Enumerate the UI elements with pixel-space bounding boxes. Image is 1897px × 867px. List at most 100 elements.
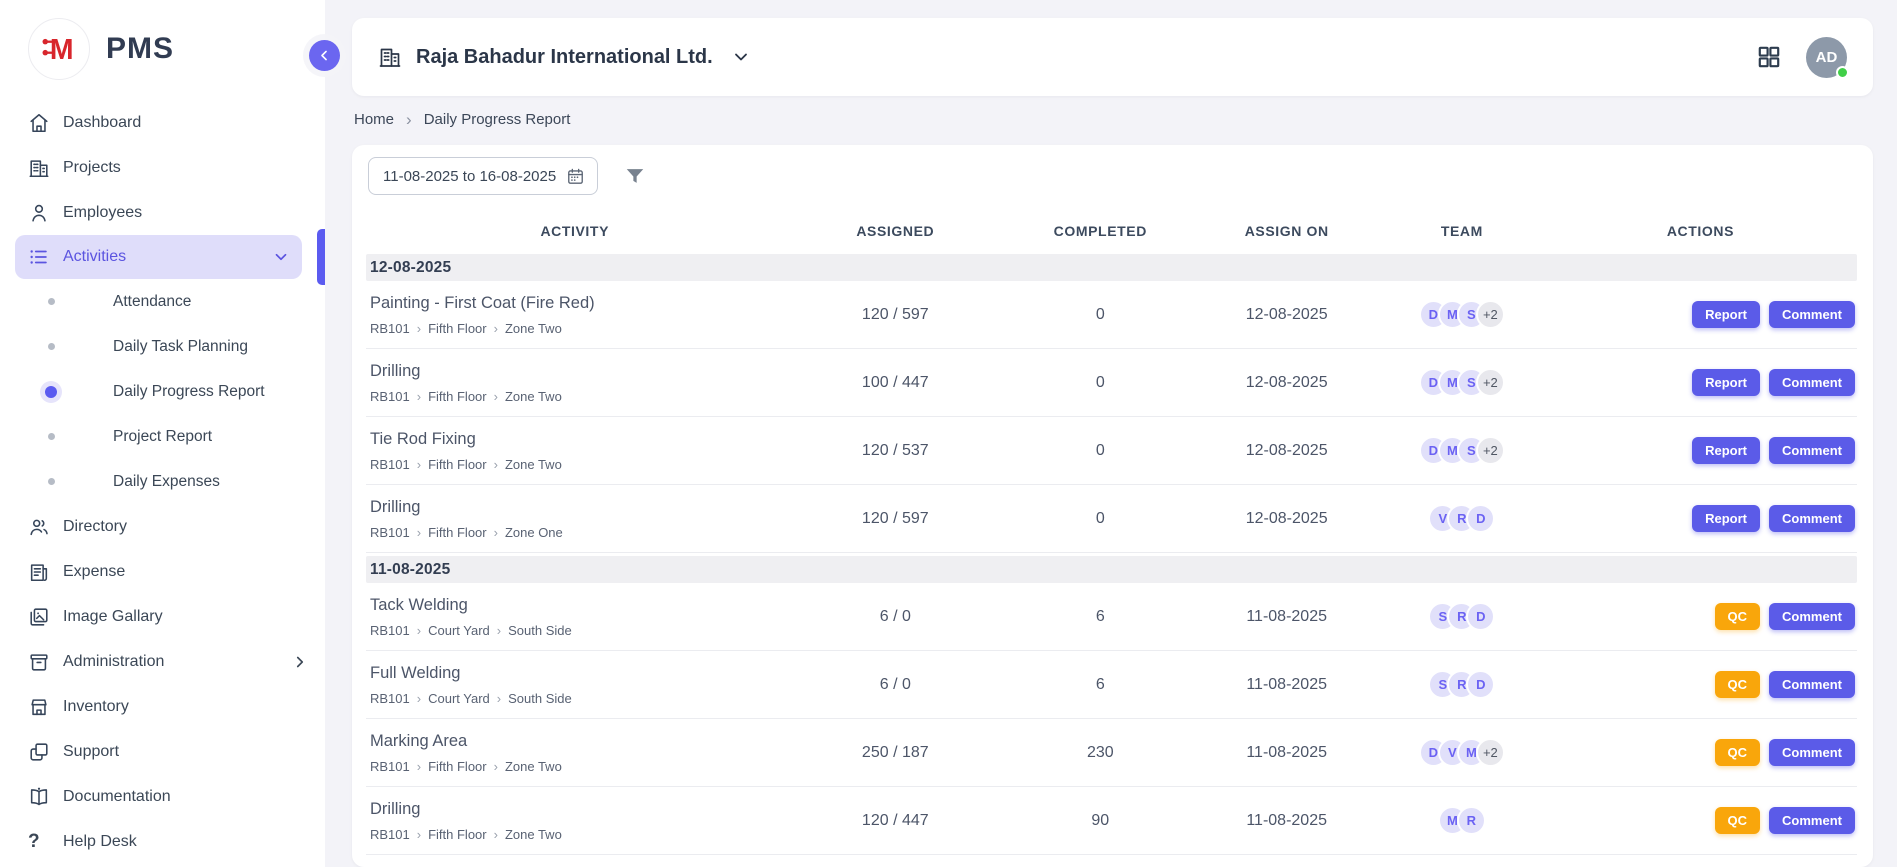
assigned-value: 6 / 0 <box>783 608 1007 626</box>
logo-icon: M <box>28 18 90 80</box>
sidebar-item-activities[interactable]: Activities <box>15 235 302 279</box>
path-segment: Zone Two <box>505 759 562 774</box>
sidebar-item-administration[interactable]: Administration <box>0 639 325 684</box>
sidebar-subitem-daily-progress-report[interactable]: Daily Progress Report <box>0 369 325 414</box>
comment-button[interactable]: Comment <box>1769 369 1855 396</box>
comment-button[interactable]: Comment <box>1769 739 1855 766</box>
path-segment: RB101 <box>370 321 410 336</box>
sidebar-item-expense[interactable]: Expense <box>0 549 325 594</box>
activity-path: RB101›Fifth Floor›Zone Two <box>370 321 783 336</box>
sidebar-subitem-attendance[interactable]: Attendance <box>0 279 325 324</box>
date-range-input[interactable]: 11-08-2025 to 16-08-2025 <box>368 157 598 195</box>
report-panel: 11-08-2025 to 16-08-2025 ACTIVITY ASSIGN… <box>352 145 1873 867</box>
filter-icon[interactable] <box>624 165 646 187</box>
comment-button[interactable]: Comment <box>1769 807 1855 834</box>
qc-button[interactable]: QC <box>1715 739 1761 766</box>
activity-title: Drilling <box>370 498 783 517</box>
sidebar-item-documentation[interactable]: Documentation <box>0 774 325 819</box>
sidebar-subitem-project-report[interactable]: Project Report <box>0 414 325 459</box>
qc-button[interactable]: QC <box>1715 603 1761 630</box>
column-header-team: TEAM <box>1380 223 1544 239</box>
top-bar-right: AD <box>1756 37 1847 78</box>
company-selector[interactable]: Raja Bahadur International Ltd. <box>378 45 751 69</box>
building-icon <box>28 157 50 179</box>
team-avatars: DMS+2 <box>1380 300 1544 329</box>
sidebar-subitem-daily-expenses[interactable]: Daily Expenses <box>0 459 325 504</box>
team-avatar: R <box>1457 806 1486 835</box>
column-header-completed: COMPLETED <box>1007 223 1193 239</box>
chevron-right-icon: › <box>497 623 501 638</box>
table-row: Tack WeldingRB101›Court Yard›South Side6… <box>366 583 1857 651</box>
table-row: DrillingRB101›Fifth Floor›Zone Two120 / … <box>366 787 1857 855</box>
activity-path: RB101›Fifth Floor›Zone Two <box>370 759 783 774</box>
sidebar-item-directory[interactable]: Directory <box>0 504 325 549</box>
path-segment: RB101 <box>370 525 410 540</box>
path-segment: Zone Two <box>505 389 562 404</box>
comment-button[interactable]: Comment <box>1769 301 1855 328</box>
breadcrumb: Home › Daily Progress Report <box>354 111 1873 128</box>
report-button[interactable]: Report <box>1692 369 1760 396</box>
chevron-right-icon: › <box>417 759 421 774</box>
sidebar-item-label: Directory <box>63 518 127 536</box>
report-button[interactable]: Report <box>1692 437 1760 464</box>
grid-icon <box>1756 44 1782 70</box>
activity-cell: Marking AreaRB101›Fifth Floor›Zone Two <box>366 732 783 774</box>
sidebar-collapse-button[interactable] <box>309 40 340 71</box>
path-segment: Fifth Floor <box>428 389 487 404</box>
date-group-label: 12-08-2025 <box>370 259 451 277</box>
team-avatar-more: +2 <box>1476 300 1505 329</box>
sidebar-item-projects[interactable]: Projects <box>0 145 325 190</box>
assign-on-value: 11-08-2025 <box>1193 744 1379 762</box>
chevron-right-icon: › <box>417 389 421 404</box>
activity-path: RB101›Fifth Floor›Zone Two <box>370 457 783 472</box>
row-actions: QC Comment <box>1544 603 1857 630</box>
activity-title: Drilling <box>370 800 783 819</box>
qc-button[interactable]: QC <box>1715 671 1761 698</box>
assigned-value: 6 / 0 <box>783 676 1007 694</box>
apps-grid-button[interactable] <box>1756 44 1782 70</box>
sidebar-subitem-daily-task-planning[interactable]: Daily Task Planning <box>0 324 325 369</box>
comment-button[interactable]: Comment <box>1769 505 1855 532</box>
report-button[interactable]: Report <box>1692 505 1760 532</box>
table-row: Painting - First Coat (Fire Red)RB101›Fi… <box>366 281 1857 349</box>
sidebar-subitem-label: Daily Expenses <box>113 473 220 491</box>
comment-button[interactable]: Comment <box>1769 437 1855 464</box>
date-group-label: 11-08-2025 <box>370 561 450 579</box>
building-icon <box>378 45 402 69</box>
sidebar-item-label: Help Desk <box>63 833 137 851</box>
comment-button[interactable]: Comment <box>1769 671 1855 698</box>
team-avatars: SRD <box>1380 670 1544 699</box>
user-avatar[interactable]: AD <box>1806 37 1847 78</box>
path-segment: Fifth Floor <box>428 457 487 472</box>
activity-title: Painting - First Coat (Fire Red) <box>370 294 783 313</box>
sidebar-item-support[interactable]: Support <box>0 729 325 774</box>
logo-row: M PMS <box>0 0 325 86</box>
company-name: Raja Bahadur International Ltd. <box>416 46 713 69</box>
breadcrumb-home-link[interactable]: Home <box>354 111 394 128</box>
path-segment: Zone Two <box>505 457 562 472</box>
comment-button[interactable]: Comment <box>1769 603 1855 630</box>
path-segment: Court Yard <box>428 691 490 706</box>
question-icon: ? <box>28 831 50 853</box>
report-button[interactable]: Report <box>1692 301 1760 328</box>
sidebar-item-inventory[interactable]: Inventory <box>0 684 325 729</box>
sidebar-subitem-label: Attendance <box>113 293 191 311</box>
sidebar-item-label: Inventory <box>63 698 129 716</box>
column-header-assigned: ASSIGNED <box>783 223 1007 239</box>
activity-title: Tie Rod Fixing <box>370 430 783 449</box>
chevron-down-icon <box>272 248 290 266</box>
team-avatar-more: +2 <box>1476 738 1505 767</box>
row-actions: Report Comment <box>1544 369 1857 396</box>
archive-icon <box>28 651 50 673</box>
sidebar-item-help-desk[interactable]: ? Help Desk <box>0 819 325 864</box>
row-actions: QC Comment <box>1544 671 1857 698</box>
activity-title: Drilling <box>370 362 783 381</box>
sidebar-item-image-gallary[interactable]: Image Gallary <box>0 594 325 639</box>
date-group-header: 11-08-2025 <box>366 556 1857 583</box>
chevron-right-icon: › <box>417 321 421 336</box>
sidebar-item-employees[interactable]: Employees <box>0 190 325 235</box>
qc-button[interactable]: QC <box>1715 807 1761 834</box>
filter-row: 11-08-2025 to 16-08-2025 <box>366 157 1857 195</box>
path-segment: Fifth Floor <box>428 759 487 774</box>
sidebar-item-dashboard[interactable]: Dashboard <box>0 100 325 145</box>
